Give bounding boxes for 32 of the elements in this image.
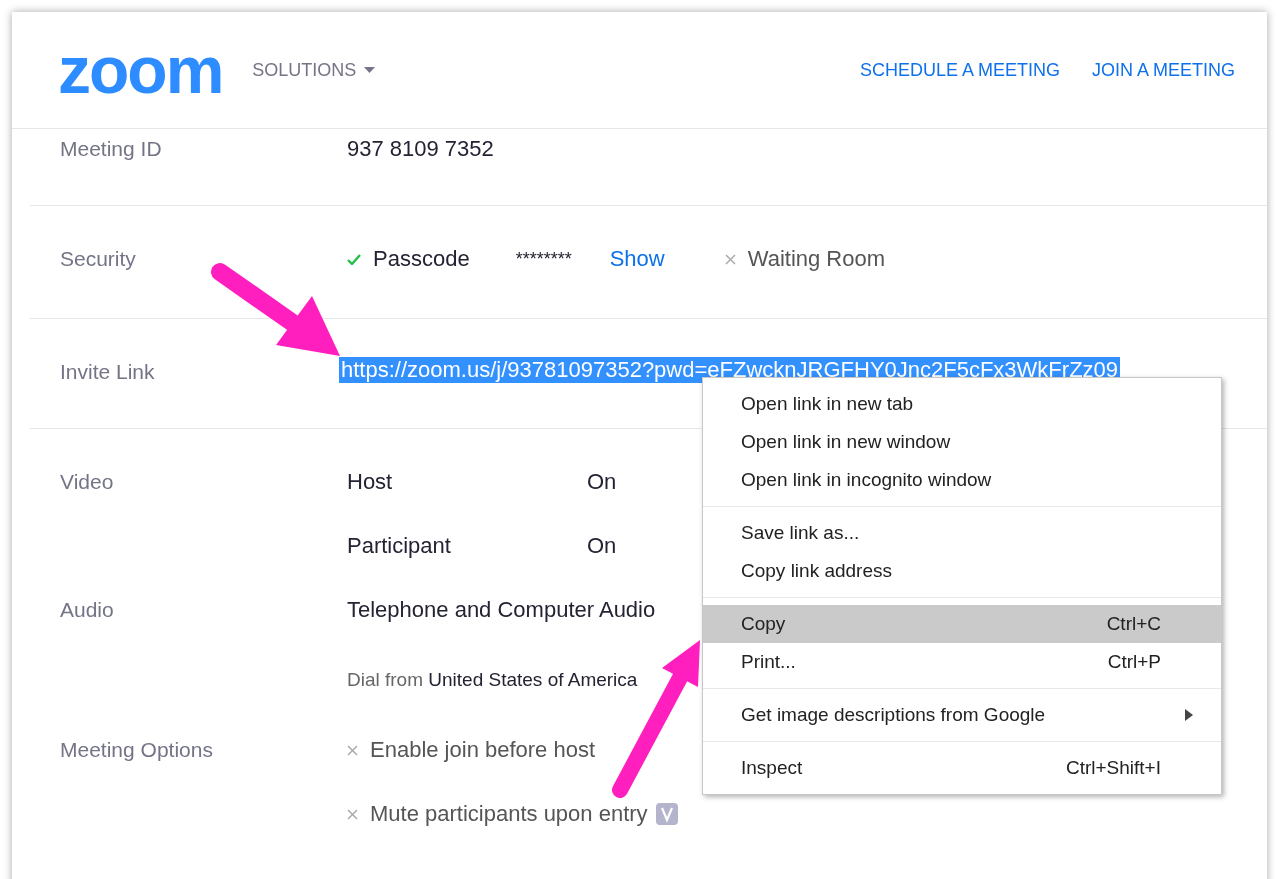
menu-item[interactable]: Copy link address — [703, 552, 1221, 590]
detail-label: Audio — [60, 597, 114, 623]
menu-item[interactable]: Print... Ctrl+P — [703, 643, 1221, 681]
menu-item[interactable]: Open link in incognito window — [703, 461, 1221, 499]
detail-label: Invite Link — [60, 359, 155, 385]
security-option: Passcode — [373, 244, 470, 274]
dial-from-text: Dial from United States of America — [347, 669, 638, 691]
detail-label: Security — [60, 246, 136, 272]
video-role: Host — [347, 468, 394, 496]
caret-icon — [364, 67, 376, 73]
nav-link[interactable]: JOIN A MEETING — [1091, 59, 1235, 81]
nav-link[interactable]: SCHEDULE A MEETING — [859, 59, 1060, 81]
solutions-menu[interactable]: SOLUTIONS — [252, 59, 376, 81]
video-setting: On — [587, 468, 617, 496]
menu-item[interactable]: Inspect Ctrl+Shift+I — [703, 749, 1221, 787]
passcode-value: ******** — [515, 248, 572, 270]
detail-label: Video — [60, 469, 114, 495]
menu-item[interactable]: Get image descriptions from Google — [703, 696, 1221, 734]
meeting-option: Enable join before host — [370, 735, 596, 765]
audio-value: Telephone and Computer Audio — [347, 596, 656, 624]
meeting-option: Mute participants upon entry — [370, 799, 648, 829]
video-setting: On — [587, 532, 617, 560]
meeting-id: 937 8109 7352 — [347, 135, 494, 163]
menu-item[interactable]: Open link in new window — [703, 423, 1221, 461]
menu-item[interactable]: Open link in new tab — [703, 385, 1221, 423]
detail-label: Meeting ID — [60, 136, 162, 162]
menu-item[interactable]: Copy Ctrl+C — [703, 605, 1221, 643]
detail-label: Meeting Options — [60, 737, 213, 763]
show-link[interactable]: Show — [609, 246, 665, 272]
menu-item[interactable]: Save link as... — [703, 514, 1221, 552]
security-option: Waiting Room — [747, 244, 886, 274]
video-role: Participant — [347, 532, 452, 560]
